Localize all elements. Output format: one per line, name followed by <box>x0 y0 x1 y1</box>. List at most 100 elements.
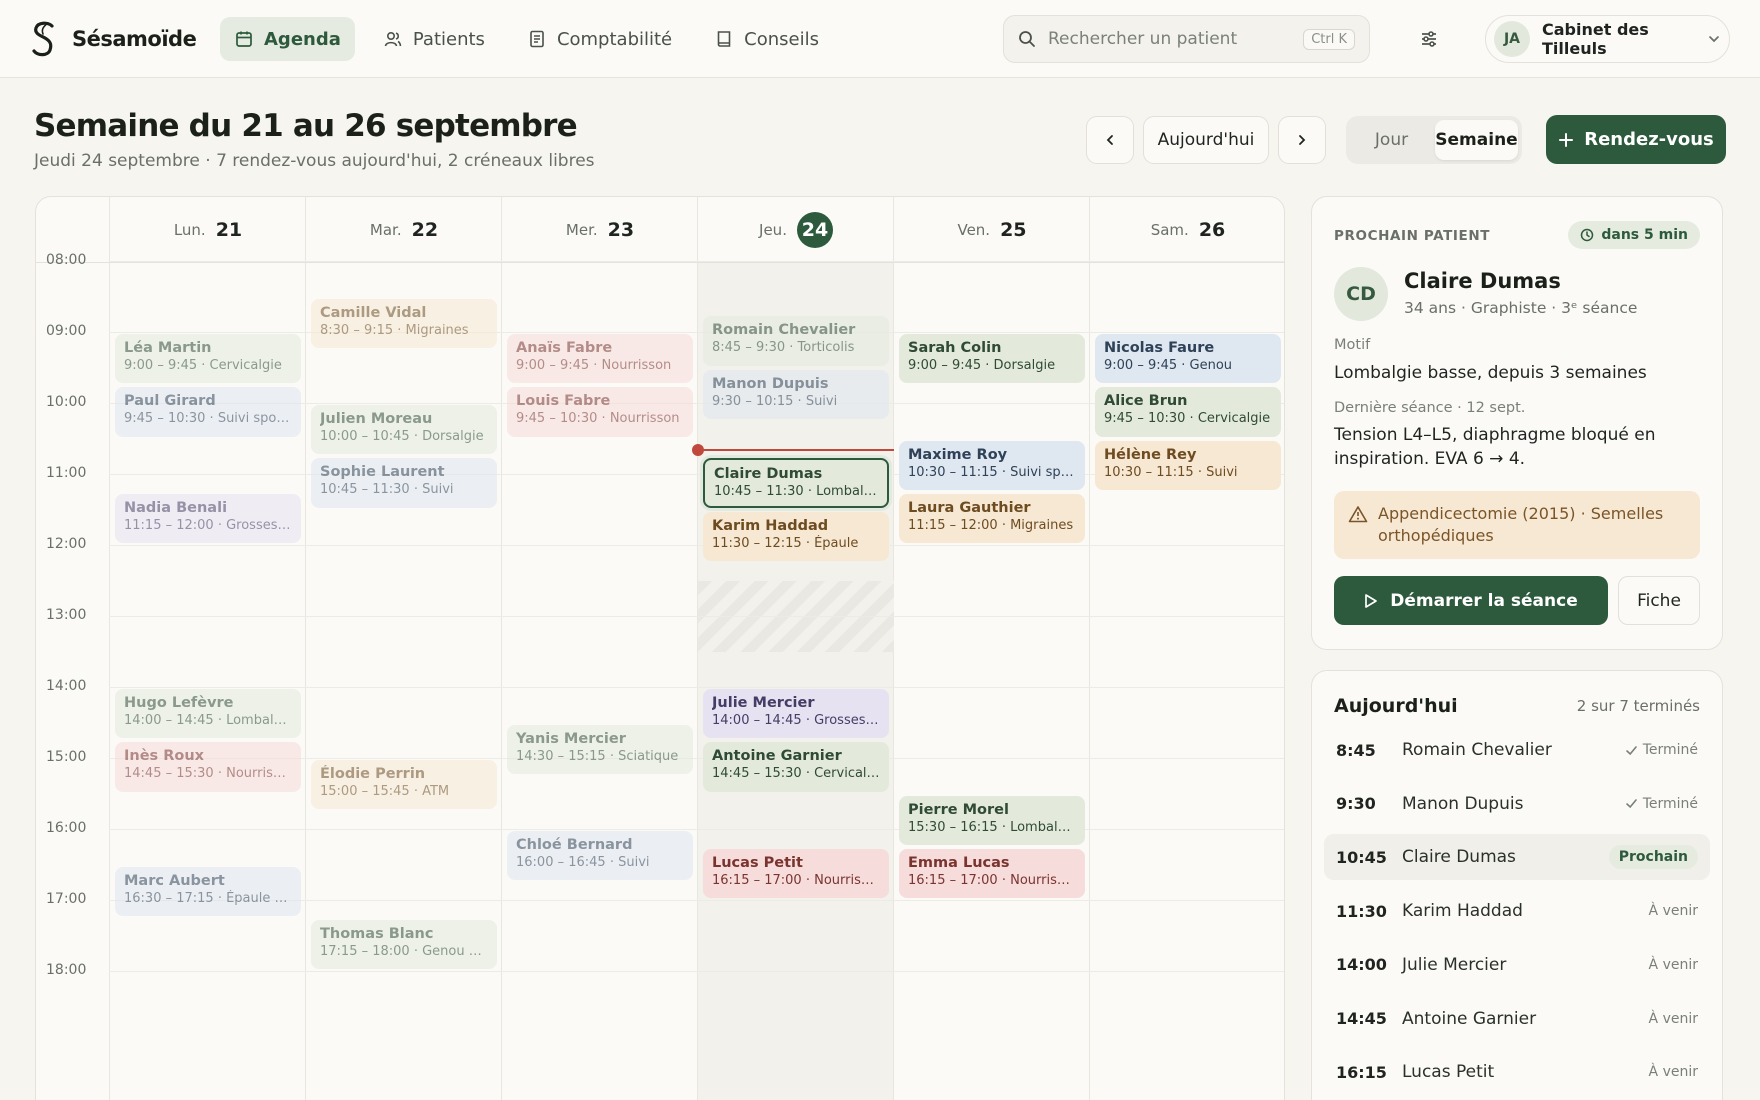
today-list-item[interactable]: 8:45 Romain Chevalier Terminé <box>1324 727 1710 773</box>
next-week-button[interactable] <box>1278 116 1326 164</box>
appointment-block[interactable]: Yanis Mercier 14:30 – 15:15 · Sciatique <box>507 724 693 774</box>
calendar-icon <box>236 31 252 47</box>
appointment-time: 11:15 – 12:00 · Grosses… <box>124 517 291 533</box>
eta-badge: dans 5 min <box>1568 221 1700 249</box>
appointment-block[interactable]: Maxime Roy 10:30 – 11:15 · Suivi spo… <box>899 440 1085 490</box>
today-button[interactable]: Aujourd'hui <box>1143 116 1269 164</box>
appointment-block[interactable]: Inès Roux 14:45 – 15:30 · Nourrisson <box>115 742 301 792</box>
hour-gridline <box>109 261 1284 262</box>
today-item-status: À venir <box>1649 1011 1698 1027</box>
appointment-block[interactable]: Léa Martin 9:00 – 9:45 · Cervicalgie <box>115 334 301 384</box>
view-day-option[interactable]: Jour <box>1350 120 1433 160</box>
appointment-block[interactable]: Louis Fabre 9:45 – 10:30 · Nourrisson <box>507 387 693 437</box>
today-list-item[interactable]: 9:30 Manon Dupuis Terminé <box>1324 781 1710 827</box>
patient-file-button[interactable]: Fiche <box>1618 576 1700 625</box>
appointment-block[interactable]: Pierre Morel 15:30 – 16:15 · Lombalgie <box>899 795 1085 845</box>
today-list-item[interactable]: 16:15 Lucas Petit À venir <box>1324 1049 1710 1095</box>
last-session-label: Dernière séance · 12 sept. <box>1334 400 1526 416</box>
appointment-block[interactable]: Laura Gauthier 11:15 – 12:00 · Migraines <box>899 493 1085 543</box>
current-appointment[interactable]: Claire Dumas 10:45 – 11:30 · Lombalgie <box>703 458 889 508</box>
today-item-name: Julie Mercier <box>1402 954 1507 975</box>
prev-week-button[interactable] <box>1086 116 1134 164</box>
motif-value: Lombalgie basse, depuis 3 semaines <box>1334 363 1647 383</box>
appointment-block[interactable]: Thomas Blanc 17:15 – 18:00 · Genou g… <box>311 919 497 969</box>
hour-label: 10:00 <box>46 394 87 410</box>
appointment-time: 9:00 – 9:45 · Dorsalgie <box>908 358 1056 373</box>
day-number: 22 <box>411 219 439 241</box>
today-item-name: Manon Dupuis <box>1402 793 1524 814</box>
filter-button[interactable] <box>1410 20 1448 58</box>
appointment-patient: Marc Aubert <box>124 872 225 889</box>
appointment-block[interactable]: Karim Haddad 11:30 – 12:15 · Épaule <box>703 511 889 561</box>
today-item-time: 11:30 <box>1336 901 1387 921</box>
appointment-block[interactable]: Antoine Garnier 14:45 – 15:30 · Cervical… <box>703 742 889 792</box>
appointment-time: 17:15 – 18:00 · Genou g… <box>320 943 488 959</box>
appointment-patient: Camille Vidal <box>320 304 427 321</box>
nav-patients[interactable]: Patients <box>369 17 499 61</box>
appointment-time: 11:30 – 12:15 · Épaule <box>712 535 859 551</box>
appointment-time: 16:15 – 17:00 · Nourrisson <box>908 872 1076 888</box>
status-label: À venir <box>1648 1010 1698 1027</box>
status-label: Terminé <box>1642 742 1698 758</box>
appointment-patient: Hélène Rey <box>1104 446 1197 463</box>
today-list-item[interactable]: 10:45 Claire Dumas Prochain <box>1324 834 1710 881</box>
day-header[interactable]: Mar. 22 <box>306 197 502 263</box>
appointment-block[interactable]: Paul Girard 9:45 – 10:30 · Suivi sportif <box>115 387 301 437</box>
hour-gridline <box>109 971 1284 972</box>
app-logo[interactable]: Sésamoïde <box>30 18 197 60</box>
day-header[interactable]: Mer. 23 <box>502 197 698 263</box>
today-item-status: À venir <box>1649 903 1698 919</box>
appointment-time: 9:45 – 10:30 · Cervicalgie <box>1104 411 1271 427</box>
cabinet-switcher[interactable]: JA Cabinet des Tilleuls <box>1485 15 1730 63</box>
appointment-block[interactable]: Anaïs Fabre 9:00 – 9:45 · Nourrisson <box>507 334 693 384</box>
appointment-block[interactable]: Hélène Rey 10:30 – 11:15 · Suivi <box>1095 440 1281 490</box>
appointment-time: 8:30 – 9:15 · Migraines <box>320 322 469 338</box>
appointment-block[interactable]: Julie Mercier 14:00 – 14:45 · Grosses… <box>703 689 889 739</box>
appointment-time: 9:00 – 9:45 · Nourrisson <box>516 358 672 373</box>
appointment-block[interactable]: Nicolas Faure 9:00 – 9:45 · Genou <box>1095 334 1281 384</box>
new-appointment-button[interactable]: Rendez-vous <box>1546 115 1726 164</box>
chevron-right-icon <box>1299 135 1306 145</box>
appointment-block[interactable]: Sophie Laurent 10:45 – 11:30 · Suivi <box>311 458 497 508</box>
day-header[interactable]: Sam. 26 <box>1090 197 1284 263</box>
day-header[interactable]: Jeu. 24 <box>698 197 894 263</box>
appointment-patient: Yanis Mercier <box>516 730 626 747</box>
nav-comptabilite[interactable]: Comptabilité <box>513 17 686 61</box>
appointment-time: 16:15 – 17:00 · Nourrisson <box>712 872 880 888</box>
appointment-block[interactable]: Chloé Bernard 16:00 – 16:45 · Suivi <box>507 831 693 881</box>
today-list-item[interactable]: 14:00 Julie Mercier À venir <box>1324 942 1710 988</box>
appointment-block[interactable]: Emma Lucas 16:15 – 17:00 · Nourrisson <box>899 848 1085 898</box>
patient-name[interactable]: Claire Dumas <box>1404 269 1561 293</box>
today-item-name: Claire Dumas <box>1402 847 1516 868</box>
appointment-patient: Anaïs Fabre <box>516 340 613 356</box>
appointment-time: 9:00 – 9:45 · Cervicalgie <box>124 358 282 373</box>
today-list-item[interactable]: 11:30 Karim Haddad À venir <box>1324 888 1710 934</box>
appointment-block[interactable]: Marc Aubert 16:30 – 17:15 · Épaule dr… <box>115 866 301 916</box>
nav-conseils[interactable]: Conseils <box>700 17 833 61</box>
motif-label: Motif <box>1334 337 1371 353</box>
day-header[interactable]: Lun. 21 <box>110 197 306 263</box>
appointment-block[interactable]: Hugo Lefèvre 14:00 – 14:45 · Lombalgie <box>115 689 301 739</box>
search-input[interactable] <box>1048 29 1292 49</box>
appointment-block[interactable]: Alice Brun 9:45 – 10:30 · Cervicalgie <box>1095 387 1281 437</box>
eta-label: dans 5 min <box>1601 227 1688 243</box>
appointment-block[interactable]: Romain Chevalier 8:45 – 9:30 · Torticolis <box>703 316 889 366</box>
view-week-option[interactable]: Semaine <box>1435 120 1518 160</box>
appointment-block[interactable]: Camille Vidal 8:30 – 9:15 · Migraines <box>311 298 497 348</box>
nav-agenda[interactable]: Agenda <box>220 17 355 61</box>
appointment-block[interactable]: Lucas Petit 16:15 – 17:00 · Nourrisson <box>703 848 889 898</box>
search-bar[interactable]: Ctrl K <box>1003 15 1370 63</box>
appointment-block[interactable]: Élodie Perrin 15:00 – 15:45 · ATM <box>311 760 497 810</box>
appointment-patient: Lucas Petit <box>712 854 803 871</box>
today-list-item[interactable]: 14:45 Antoine Garnier À venir <box>1324 996 1710 1042</box>
appointment-patient: Chloé Bernard <box>516 837 633 853</box>
book-icon <box>717 31 731 47</box>
appointment-block[interactable]: Manon Dupuis 9:30 – 10:15 · Suivi <box>703 369 889 419</box>
appointment-block[interactable]: Sarah Colin 9:00 – 9:45 · Dorsalgie <box>899 334 1085 384</box>
start-session-button[interactable]: Démarrer la séance <box>1334 576 1608 625</box>
page-subtitle: Jeudi 24 septembre · 7 rendez-vous aujou… <box>34 151 595 171</box>
day-header[interactable]: Ven. 25 <box>894 197 1090 263</box>
appointment-block[interactable]: Nadia Benali 11:15 – 12:00 · Grosses… <box>115 493 301 543</box>
appointment-block[interactable]: Julien Moreau 10:00 – 10:45 · Dorsalgie <box>311 405 497 455</box>
appointment-time: 10:30 – 11:15 · Suivi <box>1104 464 1238 480</box>
